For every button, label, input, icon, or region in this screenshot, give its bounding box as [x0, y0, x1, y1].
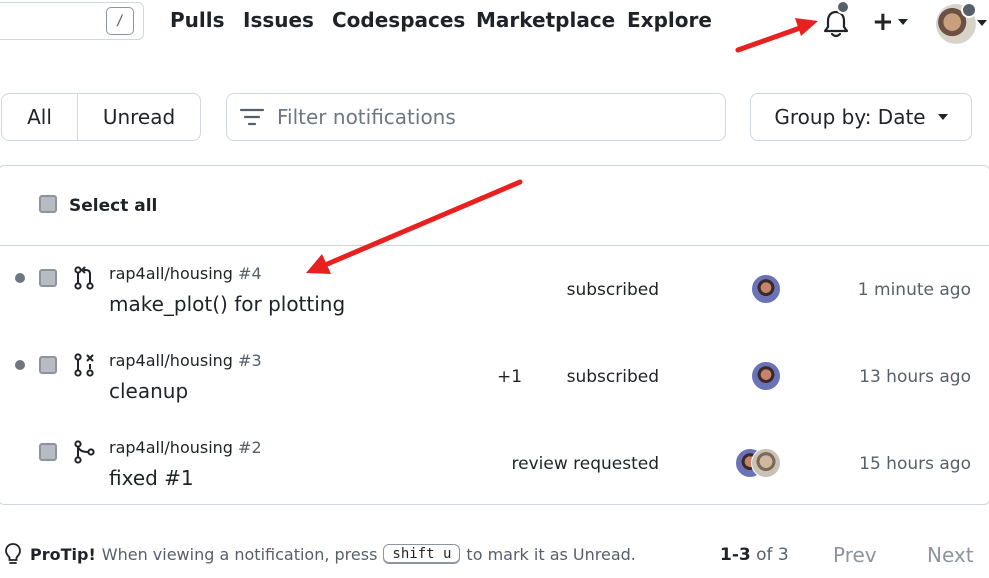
- avatar[interactable]: [751, 448, 781, 478]
- nav-link-issues[interactable]: Issues: [243, 8, 314, 32]
- select-all-label: Select all: [69, 196, 158, 216]
- notification-time: 13 hours ago: [859, 367, 971, 387]
- pull-request-icon: [74, 266, 94, 290]
- notification-row[interactable]: rap4all/housing #3 cleanup +1 subscribed…: [0, 333, 989, 420]
- repo-label: rap4all/housing: [109, 438, 233, 457]
- list-header: Select all: [0, 166, 989, 246]
- unread-indicator-dot: [836, 0, 850, 14]
- status-dot: [961, 2, 977, 18]
- avatar[interactable]: [751, 274, 781, 304]
- keyboard-shortcut: shift u: [383, 544, 461, 564]
- prev-page-button[interactable]: Prev: [833, 543, 877, 567]
- nav-link-marketplace[interactable]: Marketplace: [476, 8, 615, 32]
- notification-list: Select all rap4all/housing #4 make_plot(…: [0, 165, 989, 505]
- filter-icon: [239, 108, 265, 126]
- row-checkbox[interactable]: [39, 443, 57, 461]
- pull-request-merged-icon: [74, 440, 95, 464]
- create-new-button[interactable]: +: [872, 7, 918, 37]
- notification-title[interactable]: fixed #1: [109, 466, 194, 490]
- page-range: 1-3: [720, 545, 751, 565]
- unread-dot: [15, 360, 25, 370]
- repo-label: rap4all/housing: [109, 351, 233, 370]
- protip-text-before: When viewing a notification, press: [101, 544, 378, 564]
- repo-name[interactable]: rap4all/housing #3: [109, 351, 262, 370]
- notification-row[interactable]: rap4all/housing #4 make_plot() for plott…: [0, 246, 989, 333]
- avatar[interactable]: [751, 361, 781, 391]
- issue-number: #3: [238, 351, 262, 370]
- repo-name[interactable]: rap4all/housing #4: [109, 264, 262, 283]
- chevron-down-icon: [937, 114, 948, 120]
- select-all-checkbox[interactable]: [39, 195, 57, 213]
- nav-link-codespaces[interactable]: Codespaces: [332, 8, 465, 32]
- pagination-count: 1-3 of 3: [720, 545, 789, 565]
- unread-dot: [15, 273, 25, 283]
- filter-unread-button[interactable]: Unread: [78, 94, 200, 140]
- notification-time: 1 minute ago: [857, 280, 971, 300]
- protip: ProTip! When viewing a notification, pre…: [30, 544, 636, 564]
- read-filter-toggle: All Unread: [1, 93, 201, 141]
- nav-link-pulls[interactable]: Pulls: [170, 8, 225, 32]
- extra-count: +1: [497, 367, 523, 387]
- page-total: of 3: [756, 545, 789, 565]
- footer: ProTip! When viewing a notification, pre…: [0, 535, 989, 575]
- notification-title[interactable]: cleanup: [109, 379, 188, 403]
- repo-name[interactable]: rap4all/housing #2: [109, 438, 262, 457]
- filter-all-button[interactable]: All: [2, 94, 78, 140]
- row-checkbox[interactable]: [39, 356, 57, 374]
- notification-reason: subscribed: [566, 280, 659, 300]
- next-page-button[interactable]: Next: [927, 543, 974, 567]
- pull-request-closed-icon: [74, 353, 94, 377]
- nav-link-explore[interactable]: Explore: [627, 8, 712, 32]
- repo-label: rap4all/housing: [109, 264, 233, 283]
- row-checkbox[interactable]: [39, 269, 57, 287]
- filter-box: [226, 93, 726, 141]
- notification-time: 15 hours ago: [859, 454, 971, 474]
- chevron-down-icon: [977, 20, 987, 26]
- protip-text-after: to mark it as Unread.: [466, 544, 636, 564]
- top-nav: / Pulls Issues Codespaces Marketplace Ex…: [0, 0, 989, 44]
- issue-number: #4: [238, 264, 262, 283]
- protip-label: ProTip!: [30, 544, 96, 564]
- notification-reason: review requested: [511, 454, 660, 474]
- light-bulb-icon: [5, 543, 21, 564]
- issue-number: #2: [238, 438, 262, 457]
- notification-row[interactable]: rap4all/housing #2 fixed #1 review reque…: [0, 420, 989, 507]
- notification-reason: subscribed: [566, 367, 659, 387]
- filter-notifications-input[interactable]: [277, 105, 697, 129]
- search-shortcut-key: /: [106, 7, 134, 35]
- group-by-button[interactable]: Group by: Date: [750, 93, 972, 141]
- notification-title[interactable]: make_plot() for plotting: [109, 292, 345, 316]
- group-by-label: Group by: Date: [774, 105, 926, 129]
- chevron-down-icon: [897, 19, 908, 25]
- plus-icon: +: [872, 7, 894, 37]
